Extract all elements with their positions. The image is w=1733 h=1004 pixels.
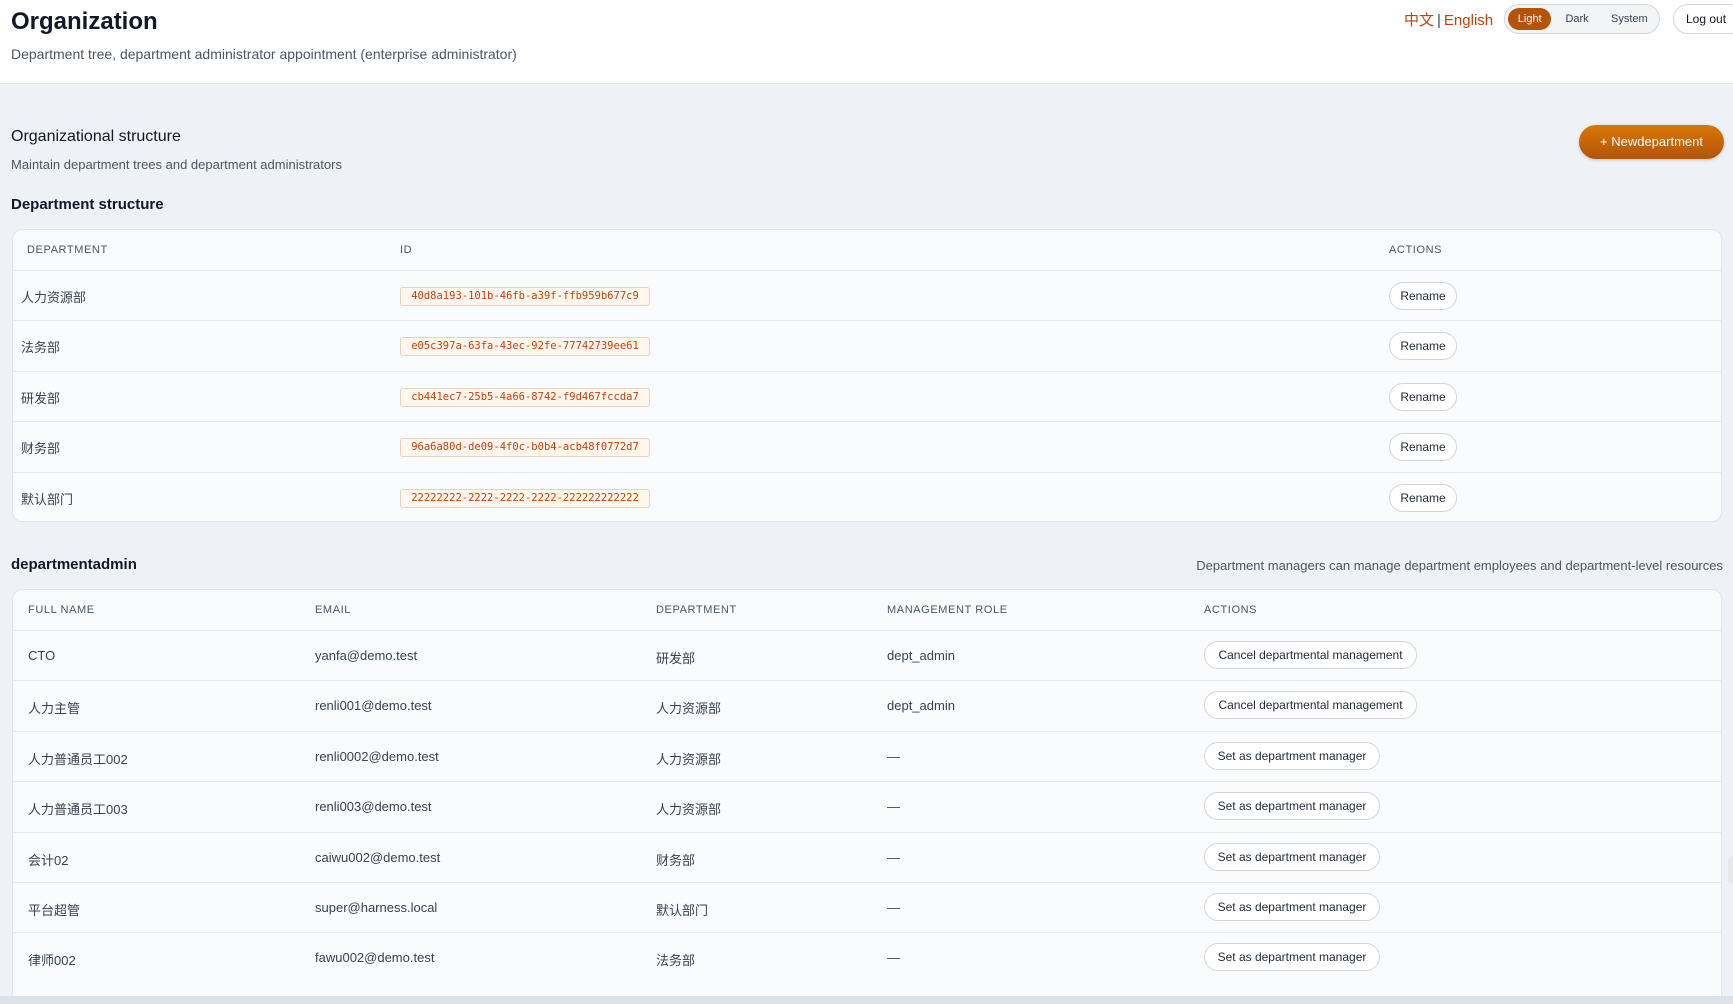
user-email: yanfa@demo.test (315, 648, 418, 663)
user-department: 人力资源部 (656, 802, 722, 818)
department-structure-heading: Department structure (11, 196, 164, 213)
table-row: 财务部 96a6a80d-de09-4f0c-b0b4-acb48f0772d7… (13, 422, 1721, 473)
lang-zh-link[interactable]: 中文 (1404, 12, 1434, 29)
user-department: 财务部 (656, 852, 696, 868)
department-id-chip: 22222222-2222-2222-2222-222222222222 (400, 488, 650, 508)
user-email: caiwu002@demo.test (315, 849, 441, 865)
new-department-button[interactable]: + Newdepartment (1579, 125, 1724, 159)
user-department: 法务部 (656, 953, 696, 969)
column-header-department: DEPARTMENT (27, 244, 108, 256)
department-admin-note: Department managers can manage departmen… (1196, 558, 1723, 573)
table-row: 人力普通员工002 renli0002@demo.test 人力资源部 — Se… (13, 732, 1721, 783)
table-row: 人力普通员工003 renli003@demo.test 人力资源部 — Set… (13, 782, 1721, 833)
user-full-name: CTO (28, 648, 56, 663)
user-email: super@harness.local (315, 899, 438, 915)
department-name: 法务部 (21, 340, 61, 356)
user-management-role: — (887, 899, 900, 915)
set-department-manager-button[interactable]: Set as department manager (1204, 943, 1380, 972)
theme-switch: Light Dark System (1504, 4, 1660, 34)
department-name: 人力资源部 (21, 290, 87, 305)
column-header-actions: ACTIONS (1204, 604, 1258, 616)
section-title: Organizational structure (11, 128, 181, 145)
department-name: 研发部 (21, 390, 61, 406)
user-full-name: 平台超管 (28, 902, 81, 918)
user-management-role: — (887, 950, 900, 966)
user-full-name: 人力普通员工003 (28, 802, 128, 818)
table-row: 法务部 e05c397a-63fa-43ec-92fe-77742739ee61… (13, 321, 1721, 372)
set-department-manager-button[interactable]: Set as department manager (1204, 892, 1380, 921)
rename-button[interactable]: Rename (1389, 282, 1457, 310)
column-header-department: DEPARTMENT (656, 604, 737, 616)
user-email: renli001@demo.test (315, 698, 432, 714)
cancel-department-management-button[interactable]: Cancel departmental management (1204, 641, 1417, 669)
user-management-role: — (887, 748, 900, 764)
department-id-chip: cb441ec7-25b5-4a66-8742-f9d467fccda7 (400, 387, 650, 407)
page-title: Organization (11, 8, 158, 35)
table-row: 默认部门 22222222-2222-2222-2222-22222222222… (13, 473, 1721, 521)
theme-dark-option[interactable]: Dark (1553, 8, 1600, 30)
top-header: Organization Department tree, department… (0, 0, 1733, 84)
page-subtitle: Department tree, department administrato… (11, 46, 517, 62)
user-email: renli0002@demo.test (315, 748, 439, 764)
user-full-name: 律师002 (28, 953, 76, 969)
department-id-chip: 96a6a80d-de09-4f0c-b0b4-acb48f0772d7 (400, 438, 650, 458)
department-table: DEPARTMENT ID ACTIONS 人力资源部 40d8a193-101… (12, 229, 1722, 522)
user-department: 人力资源部 (656, 701, 722, 717)
column-header-actions: ACTIONS (1389, 244, 1443, 256)
language-switcher: 中文 | English (1404, 9, 1493, 30)
section-subtitle: Maintain department trees and department… (11, 157, 342, 172)
user-department: 研发部 (656, 651, 696, 666)
table-header: DEPARTMENT ID ACTIONS (13, 230, 1721, 271)
column-header-email: EMAIL (315, 604, 352, 616)
user-email: renli003@demo.test (315, 799, 432, 815)
column-header-full-name: FULL NAME (28, 604, 95, 616)
set-department-manager-button[interactable]: Set as department manager (1204, 842, 1380, 871)
user-full-name: 人力普通员工002 (28, 751, 128, 767)
table-row: 人力主管 renli001@demo.test 人力资源部 dept_admin… (13, 681, 1721, 732)
rename-button[interactable]: Rename (1389, 433, 1457, 462)
user-department: 默认部门 (656, 902, 709, 918)
user-full-name: 人力主管 (28, 701, 81, 717)
department-name: 财务部 (21, 441, 61, 457)
set-department-manager-button[interactable]: Set as department manager (1204, 792, 1380, 821)
rename-button[interactable]: Rename (1389, 483, 1457, 512)
department-admin-table: FULL NAME EMAIL DEPARTMENT MANAGEMENT RO… (12, 589, 1722, 1004)
user-management-role: — (887, 849, 900, 865)
column-header-management-role: MANAGEMENT ROLE (887, 604, 1008, 616)
user-management-role: dept_admin (887, 698, 955, 714)
user-management-role: dept_admin (887, 648, 955, 663)
table-row: CTO yanfa@demo.test 研发部 dept_admin Cance… (13, 631, 1721, 682)
lang-en-link[interactable]: English (1444, 12, 1493, 29)
table-row: 平台超管 super@harness.local 默认部门 — Set as d… (13, 883, 1721, 934)
set-department-manager-button[interactable]: Set as department manager (1204, 741, 1380, 770)
cancel-department-management-button[interactable]: Cancel departmental management (1204, 691, 1417, 720)
column-header-id: ID (400, 244, 413, 256)
user-management-role: — (887, 799, 900, 815)
theme-system-option[interactable]: System (1603, 8, 1656, 30)
scroll-handle[interactable] (1728, 856, 1733, 884)
table-row: 人力资源部 40d8a193-101b-46fb-a39f-ffb959b677… (13, 271, 1721, 322)
department-admin-heading: departmentadmin (11, 556, 137, 573)
table-row: 律师002 fawu002@demo.test 法务部 — Set as dep… (13, 933, 1721, 983)
lang-separator: | (1437, 12, 1441, 29)
theme-light-option[interactable]: Light (1508, 8, 1552, 30)
table-header: FULL NAME EMAIL DEPARTMENT MANAGEMENT RO… (13, 590, 1721, 631)
user-email: fawu002@demo.test (315, 950, 435, 966)
user-department: 人力资源部 (656, 751, 722, 767)
department-id-chip: e05c397a-63fa-43ec-92fe-77742739ee61 (400, 337, 650, 357)
table-row: 会计02 caiwu002@demo.test 财务部 — Set as dep… (13, 833, 1721, 883)
rename-button[interactable]: Rename (1389, 332, 1457, 361)
department-name: 默认部门 (21, 491, 74, 507)
department-id-chip: 40d8a193-101b-46fb-a39f-ffb959b677c9 (400, 287, 650, 306)
table-row: 研发部 cb441ec7-25b5-4a66-8742-f9d467fccda7… (13, 372, 1721, 423)
logout-button[interactable]: Log out (1673, 4, 1733, 34)
bottom-edge (0, 996, 1733, 1004)
rename-button[interactable]: Rename (1389, 382, 1457, 411)
user-full-name: 会计02 (28, 852, 69, 868)
